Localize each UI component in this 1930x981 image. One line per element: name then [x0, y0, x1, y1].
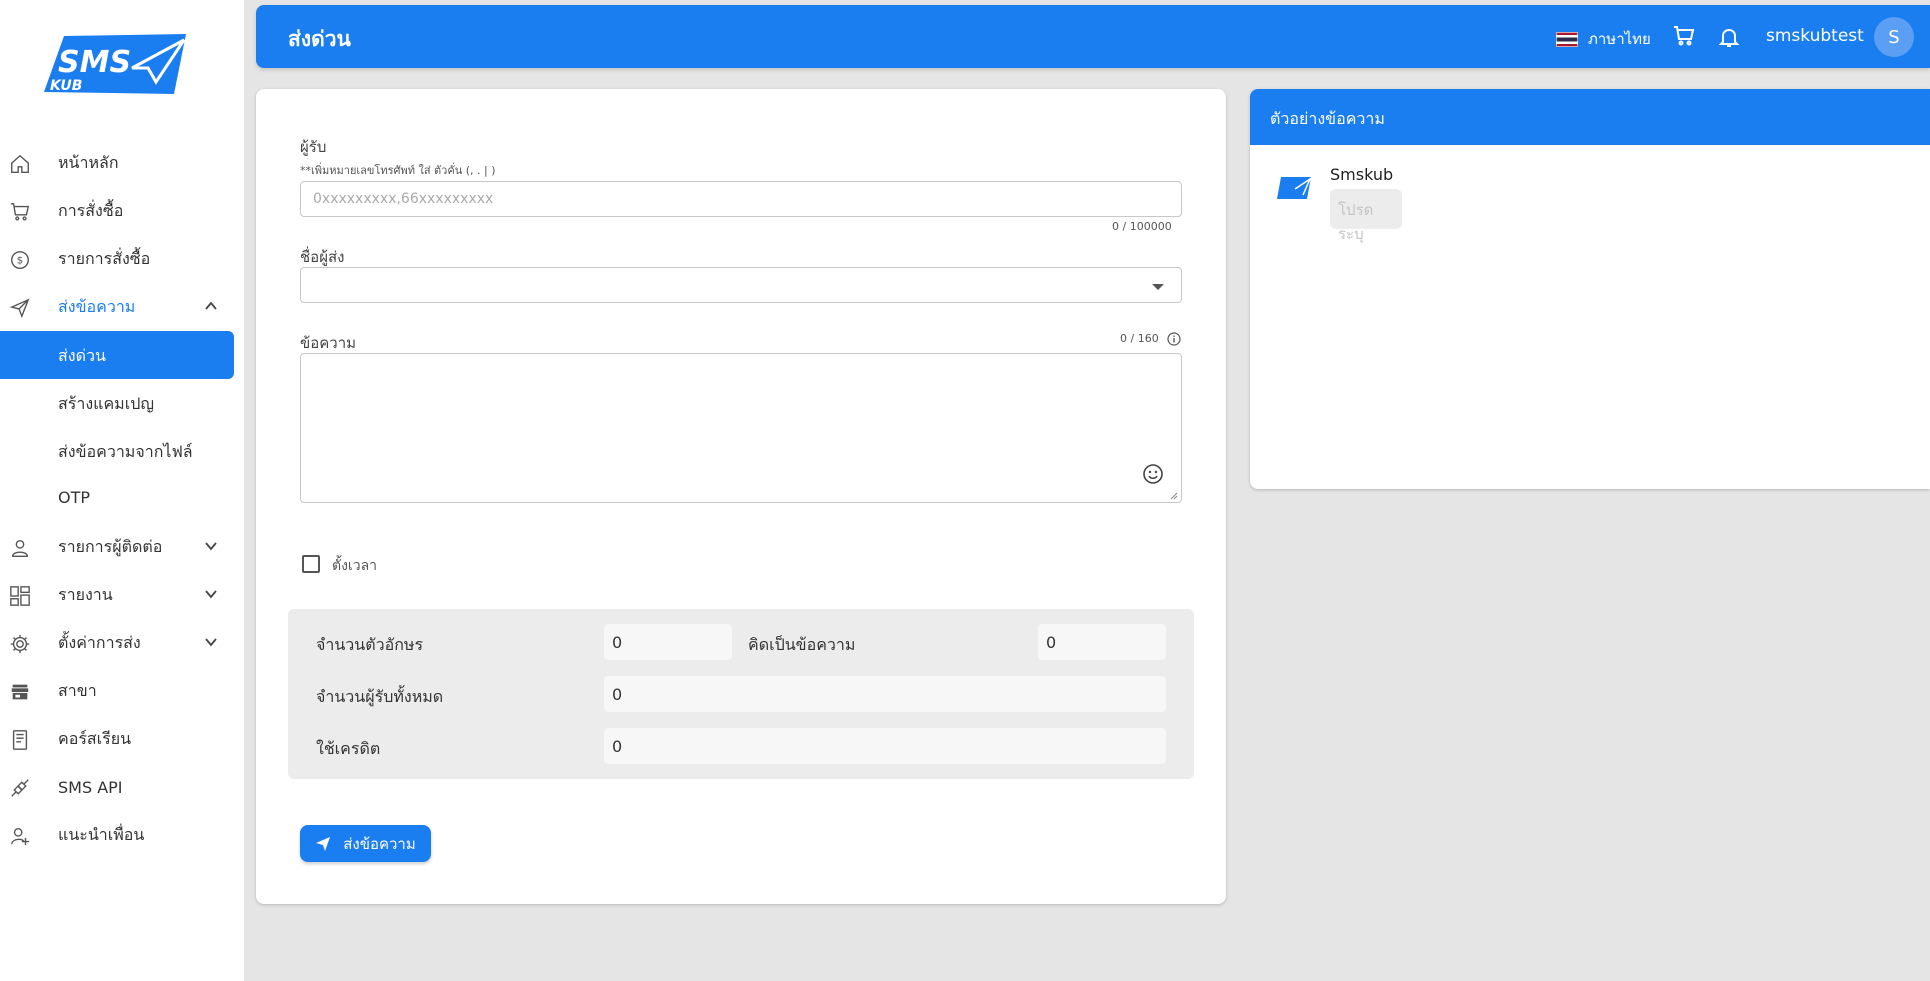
- emoji-icon[interactable]: [1142, 463, 1164, 485]
- page-title: ส่งด่วน: [288, 27, 351, 51]
- gear-icon: [10, 634, 30, 654]
- info-icon[interactable]: [1167, 332, 1181, 346]
- sidebar-item-report[interactable]: รายงาน: [0, 571, 244, 619]
- sidebar-item-course[interactable]: คอร์สเรียน: [0, 715, 244, 763]
- recipient-hint: **เพิ่มหมายเลขโทรศัพท์ ใส่ ตัวคั่น (, . …: [300, 164, 496, 177]
- store-icon: [11, 684, 29, 700]
- sidebar-item-branch[interactable]: สาขา: [0, 667, 244, 715]
- sidebar-subitem-send-from-file[interactable]: ส่งข้อความจากไฟล์: [0, 427, 244, 475]
- username[interactable]: smskubtest: [1766, 26, 1864, 46]
- report-icon: [10, 586, 30, 606]
- schedule-checkbox[interactable]: [302, 555, 320, 573]
- svg-text:$: $: [17, 256, 23, 267]
- recipient-total-label: จำนวนผู้รับทั้งหมด: [316, 687, 444, 706]
- sidebar-item-label: คอร์สเรียน: [58, 728, 132, 748]
- message-preview-card: ตัวอย่างข้อความ Smskub โปรดระบุ: [1250, 89, 1930, 489]
- sidebar-subitem-campaign[interactable]: สร้างแคมเปญ: [0, 379, 244, 427]
- sidebar-item-label: การสั่งซื้อ: [58, 200, 124, 220]
- sidebar-item-label: ส่งข้อความ: [58, 296, 136, 316]
- recipient-total-value: 0: [604, 676, 1166, 712]
- char-count-label: จำนวนตัวอักษร: [316, 635, 424, 654]
- sidebar-subitem-label: สร้างแคมเปญ: [58, 394, 154, 413]
- chevron-down-icon[interactable]: [204, 539, 218, 553]
- contact-icon: [11, 539, 29, 557]
- smskub-logo[interactable]: SMS KUB: [36, 28, 196, 98]
- preview-title: ตัวอย่างข้อความ: [1250, 89, 1930, 145]
- sidebar-item-label: หน้าหลัก: [58, 152, 119, 172]
- resize-handle-icon[interactable]: [1168, 490, 1178, 500]
- quick-send-form: ผู้รับ **เพิ่มหมายเลขโทรศัพท์ ใส่ ตัวคั่…: [256, 89, 1226, 904]
- sidebar-subitem-quick-send[interactable]: ส่งด่วน: [0, 331, 234, 379]
- top-header: ส่งด่วน ภาษาไทย smskubtest S: [256, 5, 1930, 68]
- sidebar-subitem-label: OTP: [58, 488, 91, 507]
- cart-icon[interactable]: [1672, 24, 1696, 48]
- message-counter: 0 / 160: [1120, 332, 1159, 345]
- send-icon: [316, 836, 331, 851]
- api-icon: [11, 779, 29, 797]
- caret-down-icon[interactable]: [1152, 284, 1164, 290]
- sidebar-item-label: รายงาน: [58, 584, 113, 604]
- send-message-button[interactable]: ส่งข้อความ: [300, 825, 431, 862]
- message-count-label: คิดเป็นข้อความ: [748, 635, 856, 654]
- sidebar-item-sms-api[interactable]: SMS API: [0, 763, 244, 811]
- book-icon: [12, 730, 28, 750]
- bell-icon[interactable]: [1717, 25, 1741, 49]
- char-count-value: 0: [604, 624, 732, 660]
- message-label: ข้อความ: [300, 334, 357, 352]
- credit-label: ใช้เครดิต: [316, 739, 381, 758]
- sidebar-item-send-settings[interactable]: ตั้งค่าการส่ง: [0, 619, 244, 667]
- message-count-value: 0: [1038, 624, 1166, 660]
- sidebar-item-label: สาขา: [58, 680, 97, 700]
- chevron-up-icon[interactable]: [204, 299, 218, 313]
- recipient-counter: 0 / 100000: [1112, 220, 1172, 233]
- sidebar-item-label: แนะนำเพื่อน: [58, 824, 145, 844]
- sidebar-item-label: รายการสั่งซื้อ: [58, 248, 151, 268]
- sidebar-item-label: รายการผู้ติดต่อ: [58, 536, 163, 556]
- sidebar-nav: หน้าหลัก การสั่งซื้อ $ รายการสั่งซื้อ ส่…: [0, 139, 244, 859]
- sidebar-item-refer-friend[interactable]: แนะนำเพื่อน: [0, 811, 244, 859]
- sidebar-item-send-message[interactable]: ส่งข้อความ: [0, 283, 244, 331]
- sidebar-subitem-otp[interactable]: OTP: [0, 475, 244, 523]
- summary-panel: จำนวนตัวอักษร 0 คิดเป็นข้อความ 0 จำนวนผู…: [288, 609, 1194, 779]
- avatar[interactable]: S: [1874, 17, 1914, 57]
- dollar-icon: $: [11, 251, 29, 269]
- recipient-input[interactable]: [300, 181, 1182, 217]
- preview-sender-name: Smskub: [1330, 165, 1394, 184]
- home-icon: [11, 154, 29, 173]
- recipient-label: ผู้รับ: [300, 138, 327, 156]
- chevron-down-icon[interactable]: [204, 635, 218, 649]
- sidebar-item-home[interactable]: หน้าหลัก: [0, 139, 244, 187]
- sender-name-select[interactable]: [300, 267, 1182, 303]
- thai-flag-icon: [1556, 31, 1578, 47]
- preview-message-bubble: โปรดระบุ: [1330, 189, 1402, 243]
- sidebar-item-label: ตั้งค่าการส่ง: [58, 632, 141, 652]
- svg-text:KUB: KUB: [50, 78, 82, 94]
- chevron-down-icon[interactable]: [204, 587, 218, 601]
- sidebar-subitem-label: ส่งด่วน: [58, 346, 106, 365]
- sidebar-subitem-label: ส่งข้อความจากไฟล์: [58, 442, 193, 461]
- sidebar-item-contacts[interactable]: รายการผู้ติดต่อ: [0, 523, 244, 571]
- sidebar: SMS KUB หน้าหลัก การสั่งซื้อ $ รายการสั่…: [0, 0, 244, 981]
- send-message-button-label: ส่งข้อความ: [343, 834, 416, 853]
- message-textarea[interactable]: [300, 353, 1182, 503]
- send-icon: [9, 298, 30, 319]
- sender-name-label: ชื่อผู้ส่ง: [300, 248, 345, 266]
- sidebar-item-label: SMS API: [58, 777, 123, 797]
- language-switcher[interactable]: ภาษาไทย: [1556, 27, 1651, 51]
- add-user-icon: [11, 827, 30, 846]
- smskub-logo: [1277, 176, 1312, 199]
- cart-icon: [10, 203, 30, 221]
- svg-text:SMS: SMS: [58, 45, 131, 80]
- sidebar-item-order[interactable]: การสั่งซื้อ: [0, 187, 244, 235]
- credit-value: 0: [604, 728, 1166, 764]
- language-label: ภาษาไทย: [1588, 30, 1651, 48]
- sidebar-item-order-list[interactable]: $ รายการสั่งซื้อ: [0, 235, 244, 283]
- schedule-label: ตั้งเวลา: [332, 558, 378, 574]
